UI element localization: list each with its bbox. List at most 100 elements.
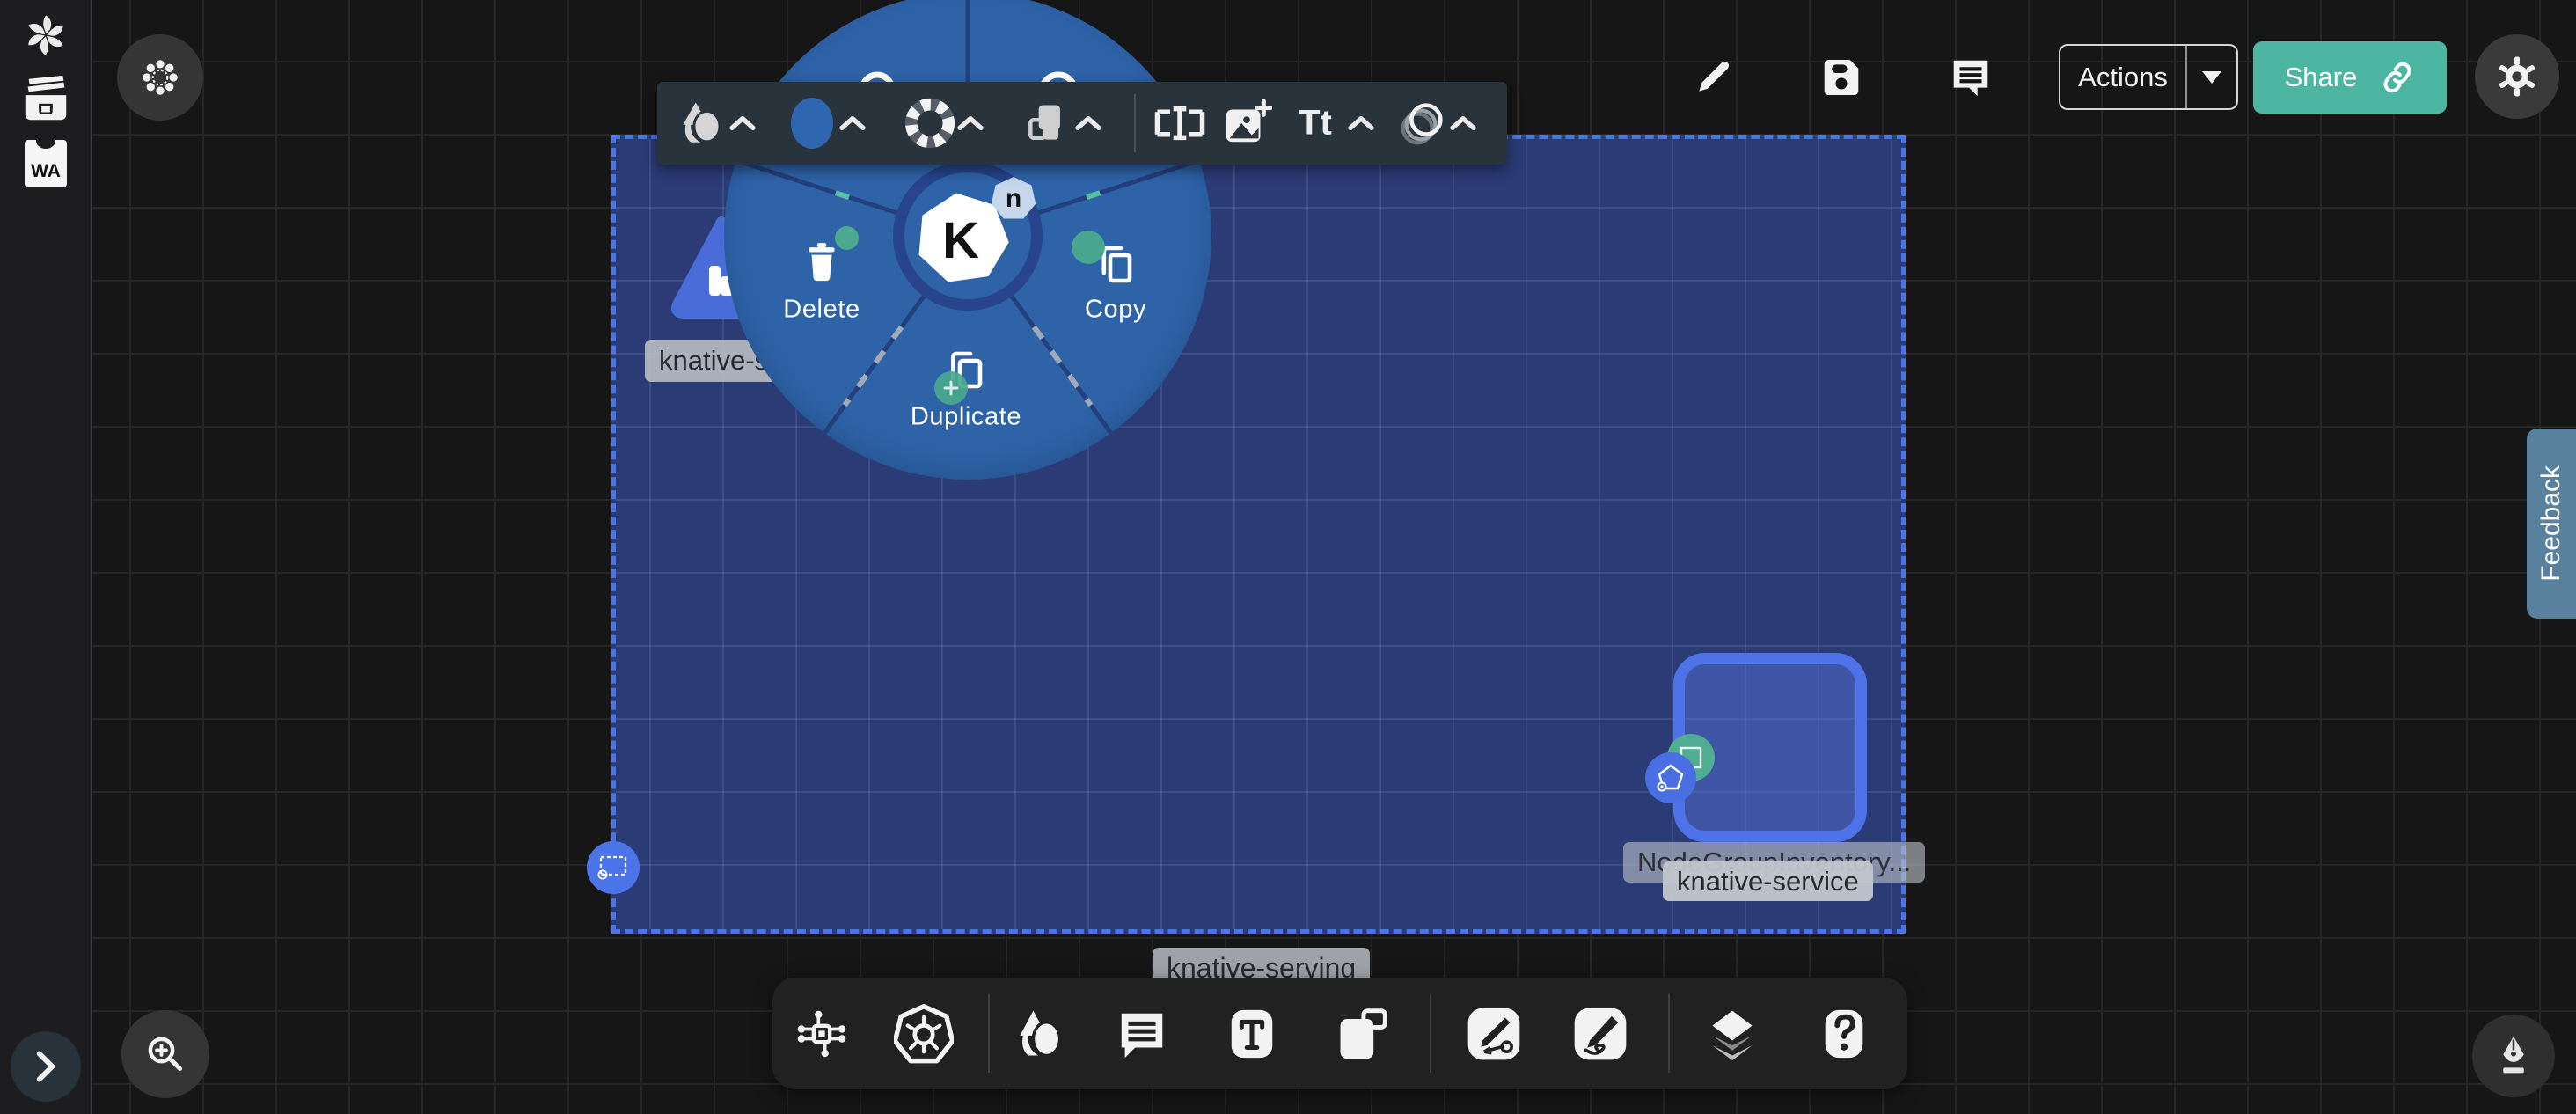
caret-down-icon bbox=[2202, 71, 2221, 84]
chevron-up-icon[interactable] bbox=[1074, 114, 1102, 132]
pentagon-icon bbox=[1653, 760, 1688, 795]
knative-badge-letter: n bbox=[1006, 184, 1021, 214]
feedback-label: Feedback bbox=[2536, 465, 2566, 582]
border-style-icon bbox=[903, 96, 957, 150]
kubernetes-tool-button[interactable] bbox=[894, 1004, 954, 1064]
menu-divider bbox=[735, 158, 898, 215]
connector-pen-tool-button[interactable] bbox=[1465, 1005, 1523, 1063]
layer-order-button[interactable] bbox=[1022, 99, 1072, 148]
cluster-button[interactable] bbox=[117, 34, 203, 121]
text-size-icon: Tt bbox=[1299, 104, 1332, 143]
duplicate-label: Duplicate bbox=[911, 403, 1021, 431]
comment-icon bbox=[1115, 1007, 1169, 1061]
save-icon[interactable] bbox=[1818, 54, 1865, 101]
zoom-in-icon bbox=[144, 1033, 187, 1075]
kubernetes-icon bbox=[894, 1004, 954, 1064]
plus-icon bbox=[942, 379, 960, 397]
menu-item-duplicate[interactable]: Duplicate bbox=[911, 403, 1021, 432]
pen-mode-button[interactable] bbox=[2472, 1015, 2555, 1097]
sidebar-expand-button[interactable] bbox=[11, 1031, 81, 1102]
shape-style-icon bbox=[677, 98, 728, 149]
selection-dash-through bbox=[1032, 326, 1094, 407]
tool-palette bbox=[772, 978, 1907, 1089]
help-icon bbox=[1817, 1007, 1871, 1061]
selection-handle[interactable] bbox=[587, 841, 640, 894]
shape-style-button[interactable] bbox=[677, 98, 728, 149]
app-window: knative-serving NodeGroupInventory... kn… bbox=[0, 0, 2576, 1114]
toolbar-divider bbox=[1668, 994, 1670, 1073]
share-label: Share bbox=[2285, 62, 2358, 93]
freehand-pencil-tool-button[interactable] bbox=[1571, 1005, 1629, 1063]
pen-nib-icon bbox=[2494, 1035, 2533, 1077]
delete-status-dot bbox=[835, 226, 859, 250]
edit-pencil-icon[interactable] bbox=[1691, 54, 1737, 99]
share-link-icon bbox=[2377, 57, 2418, 98]
architecture-tool-button[interactable] bbox=[793, 1005, 851, 1063]
add-image-icon bbox=[1221, 98, 1272, 149]
help-tool-button[interactable] bbox=[1817, 1007, 1871, 1061]
feedback-tab[interactable]: Feedback bbox=[2527, 429, 2576, 619]
menu-divider bbox=[1037, 158, 1200, 215]
chevron-up-icon[interactable] bbox=[838, 114, 867, 132]
webassembly-icon[interactable]: WA bbox=[25, 140, 67, 187]
chevron-up-icon[interactable] bbox=[956, 114, 984, 132]
teal-tick bbox=[1086, 190, 1101, 200]
card-icon bbox=[1334, 1006, 1390, 1062]
layers-tool-button[interactable] bbox=[1704, 1006, 1760, 1062]
wa-text: WA bbox=[31, 161, 61, 187]
actions-label: Actions bbox=[2078, 62, 2168, 93]
fill-color-swatch bbox=[789, 96, 835, 150]
copy-label: Copy bbox=[1085, 296, 1146, 324]
connector-pen-icon bbox=[1465, 1005, 1523, 1063]
left-sidebar: WA bbox=[0, 0, 92, 1114]
node-badge-blue[interactable] bbox=[1645, 752, 1696, 803]
node-name-pill[interactable]: knative-service bbox=[1663, 861, 1873, 901]
copy-status-dot bbox=[1072, 231, 1105, 264]
freehand-pencil-icon bbox=[1571, 1005, 1629, 1063]
node-width-icon bbox=[1153, 101, 1207, 145]
opacity-button[interactable] bbox=[1397, 98, 1448, 149]
toolbar-divider bbox=[988, 994, 990, 1073]
actions-caret-button[interactable] bbox=[2187, 46, 2236, 108]
text-icon bbox=[1225, 1007, 1279, 1061]
text-size-button[interactable]: Tt bbox=[1299, 104, 1332, 143]
comments-icon[interactable] bbox=[1947, 54, 1994, 101]
shapes-tool-button[interactable] bbox=[1012, 1006, 1068, 1062]
wa-notch bbox=[36, 133, 55, 149]
trash-icon[interactable] bbox=[801, 240, 842, 284]
opacity-icon bbox=[1397, 98, 1448, 149]
zoom-in-button[interactable] bbox=[121, 1010, 209, 1098]
comment-tool-button[interactable] bbox=[1115, 1007, 1169, 1061]
card-tool-button[interactable] bbox=[1334, 1006, 1390, 1062]
teal-tick bbox=[835, 190, 850, 200]
marquee-icon bbox=[596, 853, 631, 883]
toolbar-divider bbox=[1134, 94, 1136, 152]
chevron-right-icon bbox=[33, 1050, 59, 1083]
app-logo-pinwheel-icon[interactable] bbox=[20, 10, 71, 61]
shapes-icon bbox=[1012, 1006, 1068, 1062]
knative-logo-letter: K bbox=[942, 211, 979, 270]
chevron-up-icon[interactable] bbox=[1347, 114, 1375, 132]
toolbar-divider bbox=[1430, 994, 1431, 1073]
node-name-text: knative-service bbox=[1677, 866, 1859, 898]
node-width-button[interactable] bbox=[1153, 101, 1207, 145]
layers-icon bbox=[1704, 1006, 1760, 1062]
settings-button[interactable] bbox=[2475, 34, 2559, 119]
text-tool-button[interactable] bbox=[1225, 1007, 1279, 1061]
share-button[interactable]: Share bbox=[2253, 41, 2447, 114]
menu-item-copy[interactable]: Copy bbox=[1085, 296, 1146, 325]
fill-color-button[interactable] bbox=[789, 96, 835, 150]
chevron-up-icon[interactable] bbox=[1449, 114, 1477, 132]
actions-button[interactable]: Actions bbox=[2059, 44, 2238, 110]
selection-dash-through bbox=[843, 326, 904, 407]
cluster-flower-icon bbox=[141, 58, 179, 97]
duplicate-plus-badge bbox=[934, 371, 968, 405]
delete-label: Delete bbox=[783, 296, 860, 324]
chevron-up-icon[interactable] bbox=[728, 114, 757, 132]
border-style-button[interactable] bbox=[903, 96, 957, 150]
layer-order-icon bbox=[1022, 99, 1072, 148]
add-image-button[interactable] bbox=[1221, 98, 1272, 149]
architecture-icon bbox=[793, 1005, 851, 1063]
archive-icon[interactable] bbox=[18, 72, 73, 127]
menu-item-delete[interactable]: Delete bbox=[783, 296, 860, 325]
